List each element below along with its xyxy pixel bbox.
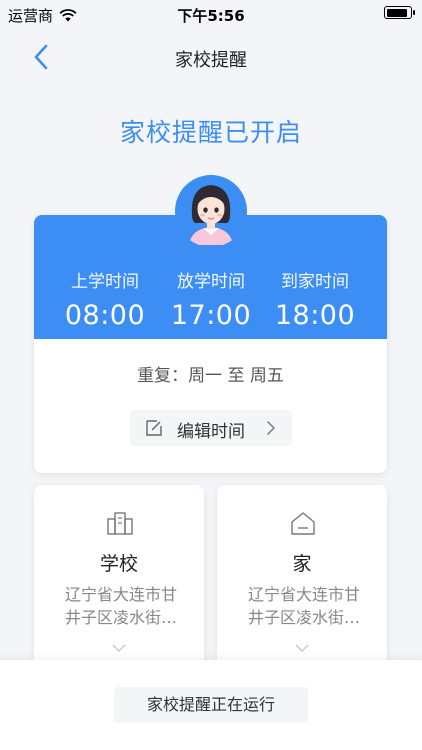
bottom-status-panel: 家校提醒正在运行 [0,660,422,750]
status-bar: 运营商 下午5:56 [0,0,422,30]
time-label: 放学时间 [177,272,245,292]
battery-icon [384,6,415,19]
school-building-icon [107,512,133,535]
status-time: 下午5:56 [177,7,245,25]
edit-time-button[interactable]: 编辑时间 [130,410,292,446]
time-arrive-home: 到家时间 18:00 [260,267,370,331]
repeat-schedule: 重复：周一 至 周五 [137,366,284,386]
time-value: 17:00 [170,300,252,331]
edit-icon [146,420,162,436]
home-icon [291,512,315,535]
time-value: 08:00 [64,300,146,331]
chevron-down-icon[interactable] [294,643,310,653]
battery-level [386,8,408,17]
navigation-bar: 家校提醒 [0,30,422,84]
reminder-enabled-headline: 家校提醒已开启 [119,118,302,147]
girl-avatar-icon [189,185,233,245]
school-location-card[interactable]: 学校 辽宁省大连市甘井子区凌水街… [34,485,204,675]
chevron-right-icon [267,421,276,435]
location-title: 学校 [99,553,138,575]
time-label: 到家时间 [281,272,349,292]
time-label: 上学时间 [71,272,139,292]
edit-time-label: 编辑时间 [177,422,245,442]
reminder-running-status[interactable]: 家校提醒正在运行 [114,687,308,723]
chevron-down-icon[interactable] [111,643,127,653]
location-address: 辽宁省大连市甘井子区凌水街… [247,585,360,627]
avatar [175,175,247,247]
page-title: 家校提醒 [175,50,247,71]
home-location-card[interactable]: 家 辽宁省大连市甘井子区凌水街… [217,485,387,675]
time-school-start: 上学时间 08:00 [50,267,160,331]
location-address: 辽宁省大连市甘井子区凌水街… [64,585,177,627]
location-title: 家 [292,553,312,575]
schedule-card: 上学时间 08:00 放学时间 17:00 到家时间 18:00 重复：周一 至… [34,215,387,473]
time-school-end: 放学时间 17:00 [156,267,266,331]
time-value: 18:00 [274,300,356,331]
